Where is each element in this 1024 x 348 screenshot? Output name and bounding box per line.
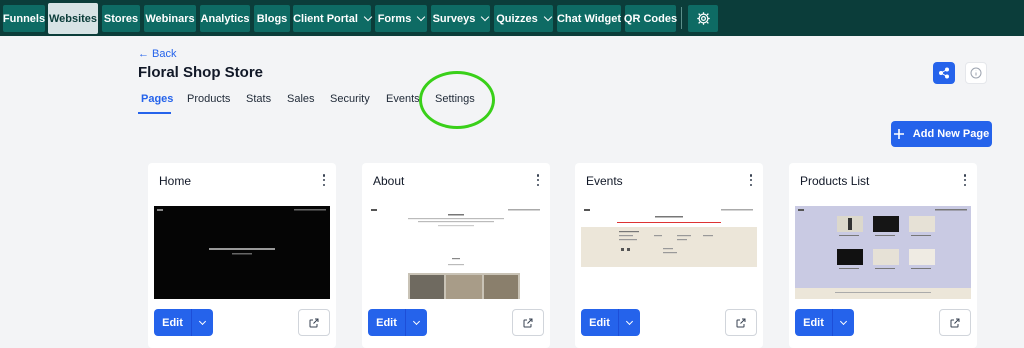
nav-item-label: Websites xyxy=(48,12,98,25)
top-navigation: Funnels Websites Stores Webinars Analyti… xyxy=(0,0,1024,36)
open-external-button[interactable] xyxy=(725,309,757,336)
nav-item-label: Blogs xyxy=(256,12,288,25)
kebab-menu-icon[interactable] xyxy=(536,174,540,186)
nav-item-analytics[interactable]: Analytics xyxy=(200,5,250,32)
kebab-menu-icon[interactable] xyxy=(749,174,753,186)
page-thumbnail[interactable] xyxy=(581,206,757,299)
tab-stats[interactable]: Stats xyxy=(246,93,271,105)
open-external-button[interactable] xyxy=(939,309,971,336)
chevron-down-icon xyxy=(543,12,553,21)
edit-button-group: Edit xyxy=(368,309,427,336)
edit-dropdown-button[interactable] xyxy=(833,309,854,336)
card-title: Events xyxy=(586,174,623,188)
nav-item-stores[interactable]: Stores xyxy=(102,5,140,32)
add-new-page-label: Add New Page xyxy=(912,128,990,140)
tab-security[interactable]: Security xyxy=(330,93,370,105)
page-card-about: About Edit xyxy=(362,163,550,348)
nav-item-label: Funnels xyxy=(2,12,46,25)
external-link-icon xyxy=(736,318,746,327)
nav-item-blogs[interactable]: Blogs xyxy=(254,5,290,32)
edit-dropdown-button[interactable] xyxy=(406,309,427,336)
nav-item-label: Stores xyxy=(103,12,139,25)
nav-item-websites[interactable]: Websites xyxy=(48,3,98,34)
nav-item-client-portal[interactable]: Client Portal xyxy=(293,5,373,32)
edit-dropdown-button[interactable] xyxy=(192,309,213,336)
active-tab-indicator xyxy=(138,112,171,114)
page-card-events: Events Edit xyxy=(575,163,763,348)
edit-button[interactable]: Edit xyxy=(795,309,832,336)
edit-button-group: Edit xyxy=(154,309,213,336)
edit-dropdown-button[interactable] xyxy=(619,309,640,336)
chevron-down-icon xyxy=(198,317,207,325)
edit-button-group: Edit xyxy=(581,309,640,336)
tab-events[interactable]: Events xyxy=(386,93,420,105)
nav-item-label: Analytics xyxy=(200,12,250,25)
chevron-down-icon xyxy=(412,317,421,325)
card-title: Products List xyxy=(800,174,870,188)
edit-button[interactable]: Edit xyxy=(368,309,405,336)
card-title: Home xyxy=(159,174,192,188)
nav-item-label: Client Portal xyxy=(293,12,358,25)
open-external-button[interactable] xyxy=(298,309,330,336)
edit-button[interactable]: Edit xyxy=(154,309,191,336)
external-link-icon xyxy=(950,318,960,327)
plus-icon xyxy=(893,129,904,139)
edit-button[interactable]: Edit xyxy=(581,309,618,336)
nav-settings-button[interactable] xyxy=(688,5,718,32)
settings-highlight-circle xyxy=(419,71,495,129)
page-card-products-list: Products List Edit xyxy=(789,163,977,348)
nav-divider xyxy=(681,7,682,29)
tab-products[interactable]: Products xyxy=(187,93,230,105)
card-title: About xyxy=(373,174,405,188)
nav-item-label: QR Codes xyxy=(623,12,678,25)
edit-button-group: Edit xyxy=(795,309,854,336)
page-card-home: Home Edit xyxy=(148,163,336,348)
nav-item-chat-widget[interactable]: Chat Widget xyxy=(557,5,621,32)
tab-sales[interactable]: Sales xyxy=(287,93,315,105)
external-link-icon xyxy=(309,318,319,327)
nav-item-label: Surveys xyxy=(432,12,476,25)
external-link-icon xyxy=(523,318,533,327)
nav-item-label: Webinars xyxy=(145,12,195,25)
nav-item-label: Chat Widget xyxy=(556,12,622,25)
page-thumbnail[interactable] xyxy=(795,206,971,299)
nav-item-quizzes[interactable]: Quizzes xyxy=(494,5,553,32)
tab-pages[interactable]: Pages xyxy=(141,93,173,105)
chevron-down-icon xyxy=(481,12,490,21)
chevron-down-icon xyxy=(625,317,634,325)
kebab-menu-icon[interactable] xyxy=(322,174,326,186)
info-icon xyxy=(970,67,982,79)
add-new-page-button[interactable]: Add New Page xyxy=(891,121,992,147)
back-link[interactable]: ← Back xyxy=(138,48,177,60)
nav-item-label: Quizzes xyxy=(496,12,538,25)
page-thumbnail[interactable] xyxy=(154,206,330,299)
kebab-menu-icon[interactable] xyxy=(963,174,967,186)
chevron-down-icon xyxy=(363,12,373,21)
chevron-down-icon xyxy=(417,12,426,21)
info-button[interactable] xyxy=(965,62,987,84)
nav-item-qr-codes[interactable]: QR Codes xyxy=(623,5,678,32)
page-title: Floral Shop Store xyxy=(138,64,264,81)
gear-icon xyxy=(696,12,710,25)
nav-item-funnels[interactable]: Funnels xyxy=(3,5,45,32)
nav-item-surveys[interactable]: Surveys xyxy=(431,5,490,32)
nav-item-forms[interactable]: Forms xyxy=(375,5,427,32)
page-thumbnail[interactable] xyxy=(368,206,544,299)
nav-item-label: Forms xyxy=(377,12,412,25)
open-external-button[interactable] xyxy=(512,309,544,336)
share-icon xyxy=(939,67,949,79)
chevron-down-icon xyxy=(839,317,848,325)
share-button[interactable] xyxy=(933,62,955,84)
nav-item-webinars[interactable]: Webinars xyxy=(144,5,196,32)
